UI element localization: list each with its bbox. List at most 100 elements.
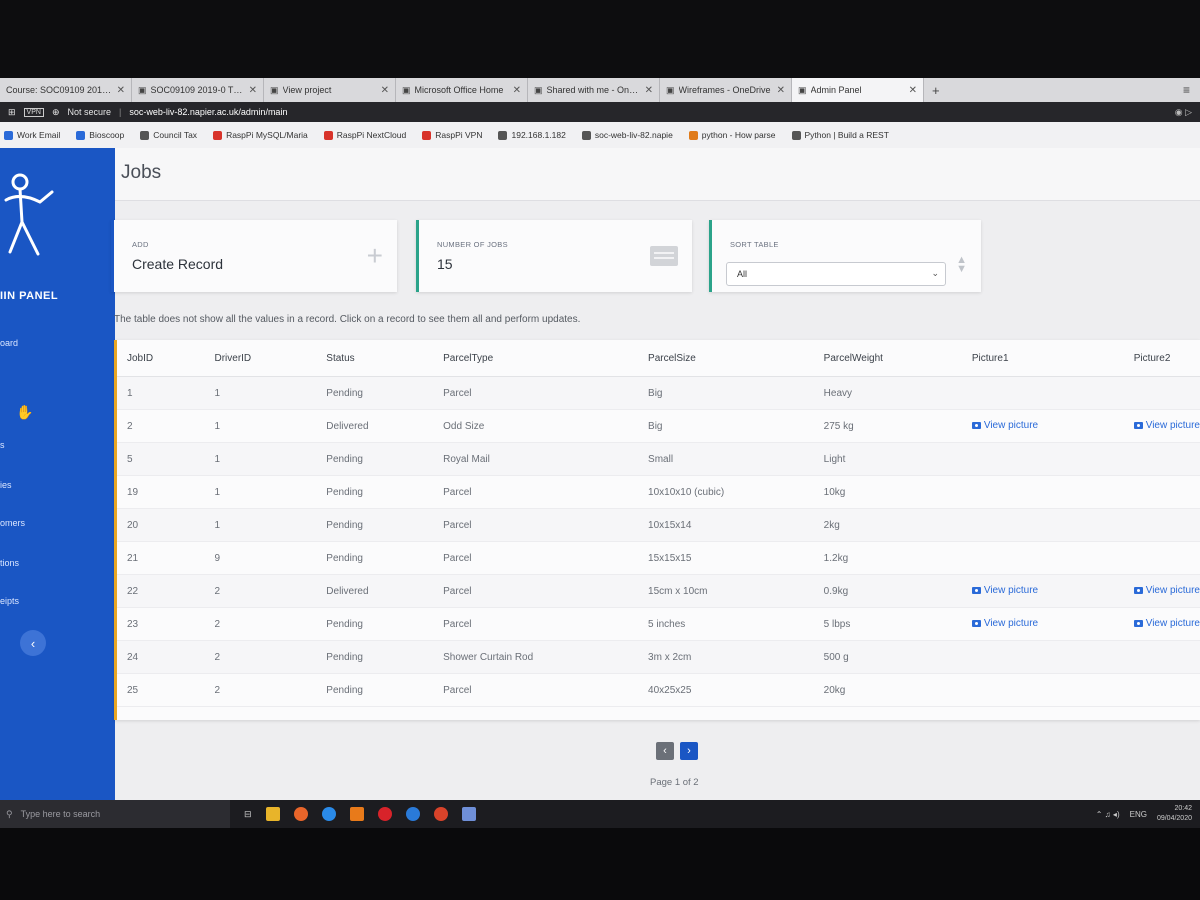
- column-header[interactable]: ParcelType: [433, 340, 639, 377]
- sidebar-item-customers[interactable]: omers: [0, 518, 25, 528]
- file-explorer-icon[interactable]: [265, 807, 280, 821]
- browser-tab[interactable]: ▣SOC09109 2019-0 TR2 00 ✕: [132, 78, 264, 102]
- sidebar-item-receipts[interactable]: eipts: [0, 596, 19, 606]
- table-cell: 5 lbps: [813, 607, 962, 641]
- column-header[interactable]: Status: [316, 340, 434, 377]
- sublime-icon[interactable]: [349, 807, 364, 821]
- address-bar[interactable]: ⊞ VPN ⊕ Not secure | soc-web-liv-82.napi…: [0, 102, 1200, 122]
- task-view-icon[interactable]: ⊟: [244, 809, 252, 820]
- view-picture-label: View picture: [1145, 585, 1200, 596]
- bookmark[interactable]: Council Tax: [140, 130, 197, 140]
- table-row[interactable]: 22 2 Delivered Parcel 15cm x 10cm 0.9kg View p…: [117, 574, 1200, 608]
- extensions-icon[interactable]: ◉ ▷: [1175, 107, 1200, 118]
- clock[interactable]: 20:42 09/04/2020: [1157, 804, 1192, 824]
- table-row[interactable]: 23 2 Pending Parcel 5 inches 5 lbps View pictu…: [117, 607, 1200, 641]
- powerpoint-icon[interactable]: [433, 807, 448, 821]
- next-page-button[interactable]: ›: [680, 742, 698, 760]
- view-picture-link[interactable]: View picture: [971, 585, 1038, 596]
- view-picture-link[interactable]: View picture: [1133, 585, 1200, 596]
- language-indicator[interactable]: ENG: [1130, 810, 1147, 819]
- plus-icon[interactable]: +: [367, 240, 383, 272]
- table-row[interactable]: 1 1 Pending Parcel Big Heavy: [117, 376, 1200, 410]
- browser-tab[interactable]: ▣ View project ✕: [264, 78, 396, 102]
- table-cell: 15x15x15: [638, 541, 814, 575]
- firefox-icon[interactable]: [293, 807, 308, 821]
- menu-icon[interactable]: ≡: [1173, 78, 1200, 102]
- view-picture-link[interactable]: View picture: [971, 420, 1038, 431]
- close-icon[interactable]: ✕: [117, 85, 125, 96]
- security-label[interactable]: Not secure: [68, 107, 112, 117]
- sort-select[interactable]: All ⌄: [726, 262, 946, 286]
- sort-icon: ▲ ▼: [956, 254, 967, 275]
- table-row[interactable]: 21 9 Pending Parcel 15x15x15 1.2kg: [117, 541, 1200, 575]
- table-cell: View picture: [1123, 574, 1200, 608]
- table-cell: Parcel: [433, 376, 639, 410]
- previous-page-button[interactable]: ‹: [656, 742, 674, 760]
- jobs-table-card: JobID DriverID Status ParcelType ParcelS…: [114, 340, 1200, 720]
- table-cell: 10kg: [813, 475, 962, 509]
- collapse-sidebar-button[interactable]: ‹: [20, 630, 46, 656]
- column-header[interactable]: JobID: [117, 340, 205, 377]
- bookmark[interactable]: Work Email: [4, 130, 60, 140]
- view-picture-link[interactable]: View picture: [1133, 618, 1200, 629]
- close-icon[interactable]: ✕: [513, 85, 521, 96]
- column-header[interactable]: ParcelWeight: [813, 340, 962, 377]
- bookmark[interactable]: soc-web-liv-82.napie: [581, 130, 673, 140]
- vpn-badge[interactable]: VPN: [23, 107, 44, 117]
- table-cell: Small: [638, 442, 814, 476]
- column-header[interactable]: Picture1: [961, 340, 1124, 377]
- column-header[interactable]: ParcelSize: [638, 340, 814, 377]
- doc-icon: [140, 130, 150, 140]
- table-row[interactable]: 2 1 Delivered Odd Size Big 275 kg View picture…: [117, 409, 1200, 443]
- sidebar-item[interactable]: tions: [0, 558, 19, 568]
- browser-tab[interactable]: ▣ Shared with me - OneDriv ✕: [528, 78, 660, 102]
- app-icon[interactable]: [461, 807, 476, 821]
- close-icon[interactable]: ✕: [645, 85, 653, 96]
- globe-icon: ⊕: [51, 106, 60, 117]
- close-icon[interactable]: ✕: [909, 85, 917, 96]
- browser-tab[interactable]: ▣ Wireframes - OneDrive ✕: [660, 78, 792, 102]
- tab-title: Admin Panel: [810, 85, 862, 95]
- bookmark[interactable]: Bioscoop: [76, 130, 124, 140]
- close-icon[interactable]: ✕: [777, 85, 785, 96]
- bookmark[interactable]: python - How parse: [688, 130, 776, 140]
- table-row[interactable]: 20 1 Pending Parcel 10x15x14 2kg: [117, 508, 1200, 542]
- tray-icons[interactable]: ⌃ ♫ ◂): [1096, 810, 1120, 819]
- grid-icon[interactable]: ⊞: [8, 107, 16, 118]
- create-record-link[interactable]: Create Record: [132, 256, 223, 272]
- close-icon[interactable]: ✕: [381, 85, 389, 96]
- edge-icon[interactable]: [405, 807, 420, 821]
- bookmark[interactable]: 192.168.1.182: [498, 130, 566, 140]
- sidebar-item-dashboard[interactable]: oard: [0, 338, 18, 348]
- bookmark[interactable]: RaspPi NextCloud: [323, 130, 406, 140]
- browser-tab[interactable]: Course: SOC09109 2019-0 ✕: [0, 78, 132, 102]
- opera-icon[interactable]: [377, 807, 392, 821]
- sidebar-item[interactable]: ies: [0, 480, 12, 490]
- column-header[interactable]: DriverID: [204, 340, 317, 377]
- table-row[interactable]: 19 1 Pending Parcel 10x10x10 (cubic) 10kg: [117, 475, 1200, 509]
- table-cell: Big: [638, 376, 814, 410]
- create-record-card[interactable]: ADD Create Record +: [111, 220, 397, 292]
- browser-tab-active[interactable]: ▣ Admin Panel ✕: [792, 78, 924, 102]
- doc-icon: [581, 130, 591, 140]
- column-header[interactable]: Picture2: [1123, 340, 1200, 377]
- table-row[interactable]: 5 1 Pending Royal Mail Small Light: [117, 442, 1200, 476]
- close-icon[interactable]: ✕: [249, 85, 257, 96]
- table-row[interactable]: 24 2 Pending Shower Curtain Rod 3m x 2cm 500 …: [117, 640, 1200, 674]
- bookmark[interactable]: RaspPi VPN: [422, 130, 482, 140]
- taskbar-search[interactable]: ⚲ Type here to search: [0, 800, 230, 828]
- table-cell: Pending: [316, 640, 434, 674]
- view-picture-link[interactable]: View picture: [1133, 420, 1200, 431]
- url-text[interactable]: soc-web-liv-82.napier.ac.uk/admin/main: [129, 107, 287, 117]
- new-tab-button[interactable]: +: [924, 78, 948, 102]
- bookmark[interactable]: RaspPi MySQL/Maria: [213, 130, 308, 140]
- browser-tab[interactable]: ▣ Microsoft Office Home ✕: [396, 78, 528, 102]
- view-picture-link[interactable]: View picture: [971, 618, 1038, 629]
- table-row[interactable]: 25 2 Pending Parcel 40x25x25 20kg: [117, 673, 1200, 707]
- s-icon: [76, 130, 86, 140]
- bookmark[interactable]: Python | Build a REST: [791, 130, 889, 140]
- browser-icon[interactable]: [321, 807, 336, 821]
- doc-icon: [498, 130, 508, 140]
- page-header: Jobs: [115, 148, 1200, 201]
- sidebar-item[interactable]: s: [0, 440, 5, 450]
